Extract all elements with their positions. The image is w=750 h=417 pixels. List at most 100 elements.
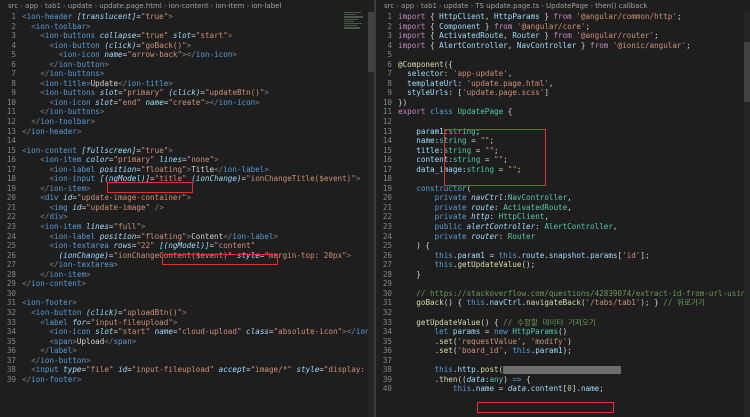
breadcrumb-item[interactable]: update <box>444 2 469 10</box>
code-line[interactable]: 13 param1:string; <box>376 127 750 137</box>
code-line[interactable]: 23 public alertController: AlertControll… <box>376 222 750 232</box>
code-line[interactable]: 10}) <box>376 98 750 108</box>
breadcrumb-item[interactable]: src <box>384 2 394 10</box>
breadcrumb-item[interactable]: app <box>401 2 414 10</box>
code-line[interactable]: 9 styleUrls: ['update.page.scss'] <box>376 88 750 98</box>
code-line[interactable]: 18 <box>376 174 750 184</box>
code-line[interactable]: 21 private route: ActivatedRoute, <box>376 203 750 213</box>
code-line[interactable]: 33 <label for="input-fileupload"> <box>0 318 374 328</box>
code-line[interactable]: 34 <ion-icon slot="start" name="cloud-up… <box>0 327 374 337</box>
code-line[interactable]: 7 </ion-buttons> <box>0 69 374 79</box>
code-line[interactable]: 15 <ion-content [fullscreen]="true"> <box>0 146 374 156</box>
code-line[interactable]: 26 (ionChange)="ionChangeContent($event)… <box>0 251 374 261</box>
code-line[interactable]: 22 private http: HttpClient, <box>376 212 750 222</box>
code-line[interactable]: 19 </ion-item> <box>0 184 374 194</box>
code-line[interactable]: 38 this.http.post( <box>376 365 750 375</box>
code-line[interactable]: 11 </ion-buttons> <box>0 107 374 117</box>
code-line[interactable]: 17 <ion-label position="floating">Title<… <box>0 165 374 175</box>
code-line[interactable]: 4 <ion-button (click)="goBack()"> <box>0 41 374 51</box>
code-line[interactable]: 27 </ion-textarea> <box>0 260 374 270</box>
code-line[interactable]: 26 this.param1 = this.route.snapshot.par… <box>376 251 750 261</box>
code-line[interactable]: 38 <input type="file" id="input-fileuplo… <box>0 365 374 375</box>
code-line[interactable]: 10 <ion-icon slot="end" name="create"></… <box>0 98 374 108</box>
code-line[interactable]: 31 goBack() { this.navCtrl.navigateBack(… <box>376 298 750 308</box>
code-line[interactable]: 6 </ion-button> <box>0 60 374 70</box>
left-breadcrumb[interactable]: src › app › tab1 › update › update.page.html › ion… <box>0 0 374 12</box>
code-line[interactable]: 4 import { AlertController, NavController… <box>376 41 750 51</box>
code-line[interactable]: 29 <box>376 279 750 289</box>
code-line[interactable]: 8 templateUrl: 'update.page.html', <box>376 79 750 89</box>
code-line[interactable]: 22 </div> <box>0 212 374 222</box>
breadcrumb-item[interactable]: UpdatePage <box>546 2 588 10</box>
code-line[interactable]: 9 <ion-buttons slot="primary" (click)="u… <box>0 88 374 98</box>
code-line[interactable]: 20 private navCtrl:NavController, <box>376 193 750 203</box>
code-line[interactable]: 24 private router: Router <box>376 232 750 242</box>
code-line[interactable]: 2 <ion-toolbar> <box>0 22 374 32</box>
code-line[interactable]: 11 export class UpdatePage { <box>376 107 750 117</box>
code-line[interactable]: 16 content:string = ""; <box>376 155 750 165</box>
code-line[interactable]: 33 getUpdateValue() { // 수정할 데이터 가져오기 <box>376 318 750 328</box>
right-code-area[interactable]: 1 import { HttpClient, HttpParams } from … <box>376 12 750 394</box>
code-line[interactable]: 24 <ion-label position="floating">Conten… <box>0 232 374 242</box>
code-line[interactable]: 39 .then((data:any) => { <box>376 375 750 385</box>
code-line[interactable]: 35 .set('requestValue', 'modify') <box>376 337 750 347</box>
left-editor-pane[interactable]: src › app › tab1 › update › update.page.html › ion… <box>0 0 374 417</box>
code-line[interactable]: 3 import { ActivatedRoute, Router } from … <box>376 31 750 41</box>
code-line[interactable]: 3 <ion-buttons collapse="true" slot="sta… <box>0 31 374 41</box>
left-code-area[interactable]: 1 <ion-header [translucent]="true"> 2 <ion… <box>0 12 374 384</box>
code-line[interactable]: 39 </ion-footer> <box>0 375 374 385</box>
left-minimap[interactable] <box>344 12 368 38</box>
code-line[interactable]: 28 } <box>376 270 750 280</box>
code-line[interactable]: 5 <ion-icon name="arrow-back"></ion-icon… <box>0 50 374 60</box>
code-line[interactable]: 12 </ion-toolbar> <box>0 117 374 127</box>
code-line[interactable]: 1 <ion-header [translucent]="true"> <box>0 12 374 22</box>
code-line[interactable]: 18 <ion-input [(ngModel)]="title" (ionCh… <box>0 174 374 184</box>
breadcrumb-item[interactable]: src <box>8 2 18 10</box>
code-line[interactable]: 1 import { HttpClient, HttpParams } from … <box>376 12 750 22</box>
breadcrumb-item[interactable]: update.page.html <box>99 2 162 10</box>
code-line[interactable]: 17 data_image:string = ""; <box>376 165 750 175</box>
code-line[interactable]: 30 <box>0 289 374 299</box>
breadcrumb-item[interactable]: tab1 <box>421 2 437 10</box>
code-line[interactable]: 8 <ion-title>Update</ion-title> <box>0 79 374 89</box>
breadcrumb-item[interactable]: ion-label <box>251 2 281 10</box>
code-line[interactable]: 25 ) { <box>376 241 750 251</box>
code-line[interactable]: 32 <ion-button (click)="uploadBtn()"> <box>0 308 374 318</box>
code-line[interactable]: 31 <ion-footer> <box>0 298 374 308</box>
code-line[interactable]: 23 <ion-item lines="full"> <box>0 222 374 232</box>
code-line[interactable]: 15 title:string = ""; <box>376 146 750 156</box>
code-line[interactable]: 36 </label> <box>0 346 374 356</box>
code-line[interactable]: 5 <box>376 50 750 60</box>
code-line[interactable]: 34 let params = new HttpParams() <box>376 327 750 337</box>
code-line[interactable]: 6 @Component({ <box>376 60 750 70</box>
code-line[interactable]: 14 name:string = ""; <box>376 136 750 146</box>
code-line[interactable]: 30 // https://stackoverflow.com/question… <box>376 289 750 299</box>
code-line[interactable]: 25 <ion-textarea rows="22" [(ngModel)]="… <box>0 241 374 251</box>
code-line[interactable]: 28 </ion-item> <box>0 270 374 280</box>
code-line[interactable]: 14 <box>0 136 374 146</box>
code-line[interactable]: 36 .set('board_id', this.param1); <box>376 346 750 356</box>
code-line[interactable]: 20 <div id="update-image-container"> <box>0 193 374 203</box>
code-line[interactable]: 21 <img id="update-image" /> <box>0 203 374 213</box>
code-line[interactable]: 35 <span>Upload</span> <box>0 337 374 347</box>
right-scrollbar[interactable] <box>744 12 750 417</box>
breadcrumb-item[interactable]: update <box>68 2 93 10</box>
code-line[interactable]: 27 this.getUpdateValue(); <box>376 260 750 270</box>
code-line[interactable]: 16 <ion-item color="primary" lines="none… <box>0 155 374 165</box>
breadcrumb-item[interactable]: TS update.page.ts <box>475 2 539 10</box>
code-line[interactable]: 2 import { Component } from '@angular/cor… <box>376 22 750 32</box>
code-line[interactable]: 40 this.name = data.content[0].name; <box>376 384 750 394</box>
right-scrollbar-thumb[interactable] <box>744 42 750 102</box>
breadcrumb-item[interactable]: app <box>25 2 38 10</box>
right-editor-pane[interactable]: src › app › tab1 › update › TS update.page.ts › Up… <box>376 0 750 417</box>
right-breadcrumb[interactable]: src › app › tab1 › update › TS update.page.ts › Up… <box>376 0 750 12</box>
code-line[interactable]: 19 constructor( <box>376 184 750 194</box>
code-line[interactable]: 12 <box>376 117 750 127</box>
breadcrumb-item[interactable]: ion-content <box>169 2 209 10</box>
code-line[interactable]: 32 <box>376 308 750 318</box>
breadcrumb-item[interactable]: ion-item <box>215 2 244 10</box>
code-line[interactable]: 7 selector: 'app-update', <box>376 69 750 79</box>
code-line[interactable]: 37 <box>376 356 750 366</box>
code-line[interactable]: 13 </ion-header> <box>0 127 374 137</box>
code-line[interactable]: 29 </ion-content> <box>0 279 374 289</box>
